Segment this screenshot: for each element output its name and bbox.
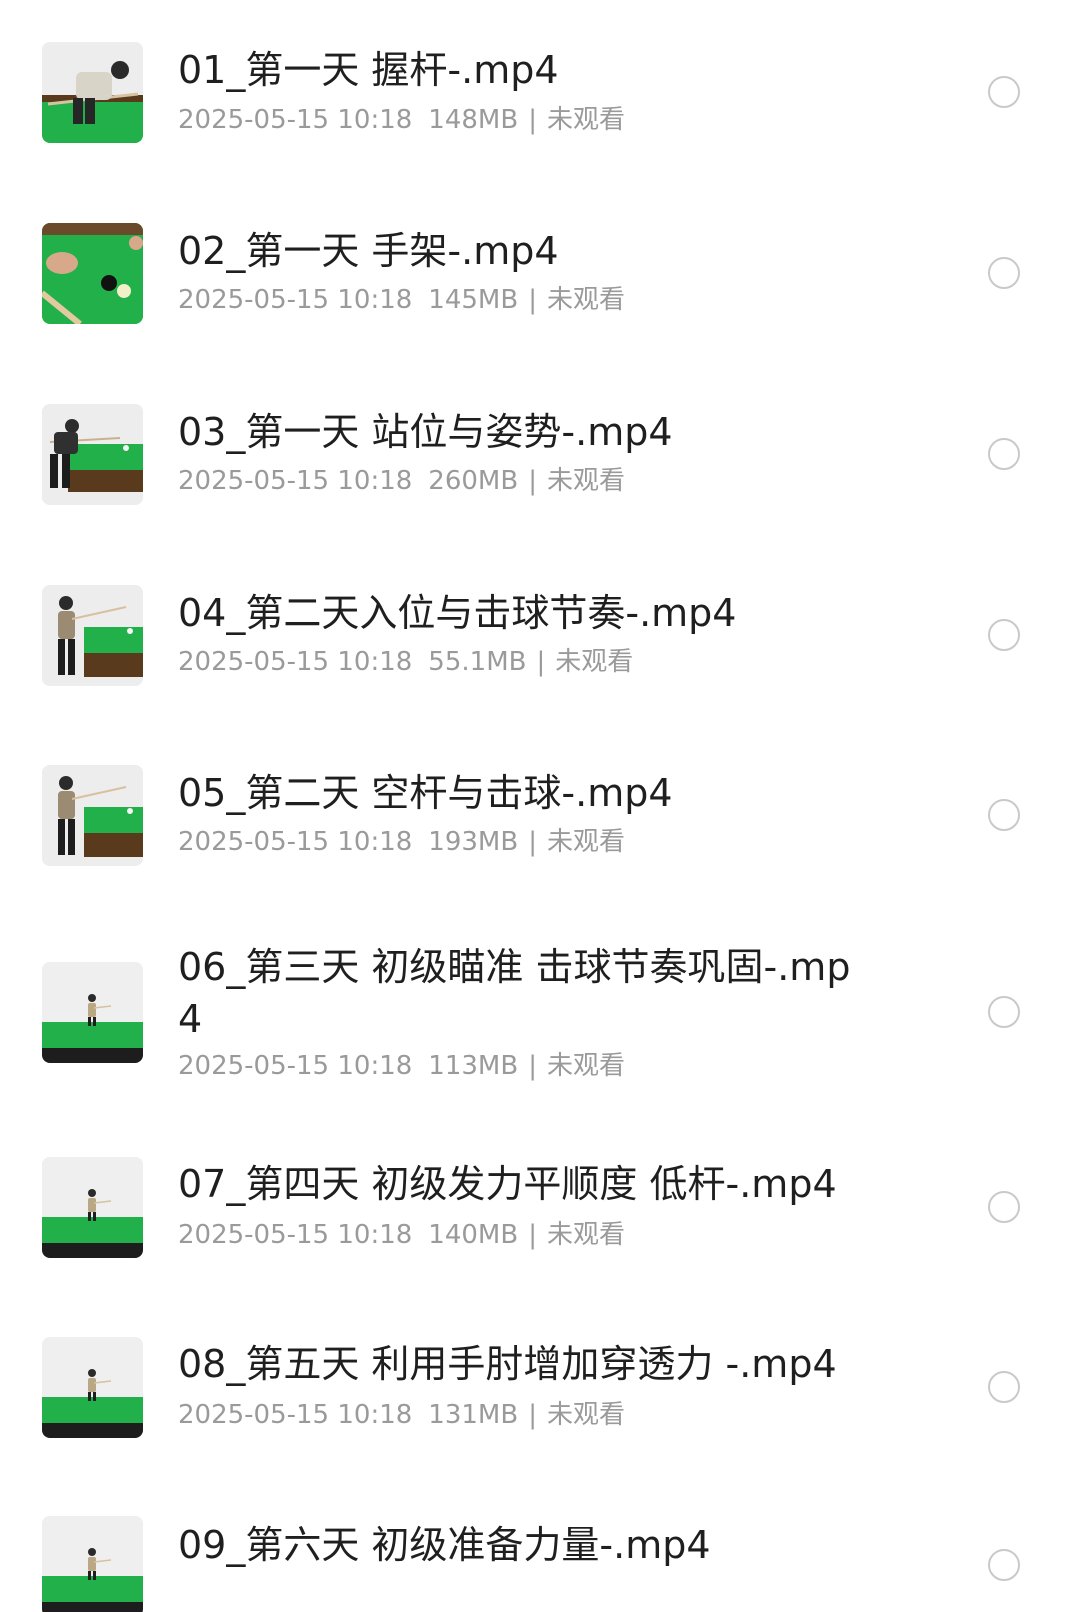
file-meta: 2025-05-15 10:18 140MB | 未观看 bbox=[178, 1218, 625, 1252]
watch-status: 未观看 bbox=[546, 1051, 625, 1081]
file-list: 01_第一天 握杆-.mp4 2025-05-15 10:18 148MB | 未观看 0… bbox=[0, 0, 1080, 1612]
billiards-video-thumbnail bbox=[42, 1157, 143, 1258]
billiards-video-thumbnail bbox=[42, 1337, 143, 1438]
radio-unchecked-icon[interactable] bbox=[988, 257, 1020, 289]
file-name[interactable]: 06_第三天 初级瞄准 击球节奏巩固-.mp4 bbox=[178, 941, 868, 1045]
file-name[interactable]: 01_第一天 握杆-.mp4 bbox=[178, 44, 868, 96]
file-meta: 2025-05-15 10:18 193MB | 未观看 bbox=[178, 825, 625, 859]
file-meta: 2025-05-15 10:18 131MB | 未观看 bbox=[178, 1398, 625, 1432]
file-meta: 2025-05-15 10:18 113MB | 未观看 bbox=[178, 1049, 625, 1083]
file-name[interactable]: 02_第一天 手架-.mp4 bbox=[178, 225, 868, 277]
video-thumbnail[interactable] bbox=[42, 1516, 143, 1612]
file-size: 131MB bbox=[428, 1400, 519, 1430]
billiards-video-thumbnail bbox=[42, 1516, 143, 1612]
radio-unchecked-icon[interactable] bbox=[988, 1371, 1020, 1403]
file-row[interactable]: 09_第六天 初级准备力量-.mp4 bbox=[0, 1509, 1080, 1612]
file-name[interactable]: 05_第二天 空杆与击球-.mp4 bbox=[178, 767, 868, 819]
file-row[interactable]: 05_第二天 空杆与击球-.mp4 2025-05-15 10:18 193MB | 未… bbox=[0, 752, 1080, 912]
file-name[interactable]: 07_第四天 初级发力平顺度 低杆-.mp4 bbox=[178, 1158, 868, 1210]
meta-separator: | bbox=[528, 285, 537, 315]
watch-status: 未观看 bbox=[546, 285, 625, 315]
meta-separator: | bbox=[536, 647, 546, 677]
file-name[interactable]: 03_第一天 站位与姿势-.mp4 bbox=[178, 406, 868, 458]
watch-status: 未观看 bbox=[546, 827, 625, 857]
watch-status: 未观看 bbox=[546, 1220, 625, 1250]
file-meta: 2025-05-15 10:18 145MB | 未观看 bbox=[178, 283, 625, 317]
file-size: 260MB bbox=[428, 466, 519, 496]
file-row[interactable]: 08_第五天 利用手肘增加穿透力 -.mp4 2025-05-15 10:18 13… bbox=[0, 1330, 1080, 1490]
billiards-video-thumbnail bbox=[42, 765, 143, 866]
watch-status: 未观看 bbox=[546, 466, 625, 496]
radio-unchecked-icon[interactable] bbox=[988, 619, 1020, 651]
file-row[interactable]: 02_第一天 手架-.mp4 2025-05-15 10:18 145MB | 未观看 bbox=[0, 210, 1080, 370]
video-thumbnail[interactable] bbox=[42, 42, 143, 143]
video-thumbnail[interactable] bbox=[42, 962, 143, 1063]
video-thumbnail[interactable] bbox=[42, 585, 143, 686]
file-row[interactable]: 04_第二天入位与击球节奏-.mp4 2025-05-15 10:18 55.1MB… bbox=[0, 572, 1080, 732]
video-thumbnail[interactable] bbox=[42, 404, 143, 505]
file-date: 2025-05-15 10:18 bbox=[178, 105, 413, 135]
file-date: 2025-05-15 10:18 bbox=[178, 827, 413, 857]
billiards-video-thumbnail bbox=[42, 585, 143, 686]
billiards-video-thumbnail bbox=[42, 404, 143, 505]
file-name[interactable]: 04_第二天入位与击球节奏-.mp4 bbox=[178, 587, 868, 639]
file-meta: 2025-05-15 10:18 55.1MB | 未观看 bbox=[178, 645, 633, 679]
watch-status: 未观看 bbox=[546, 1400, 625, 1430]
file-row[interactable]: 01_第一天 握杆-.mp4 2025-05-15 10:18 148MB | 未观看 bbox=[0, 30, 1080, 190]
file-date: 2025-05-15 10:18 bbox=[178, 1220, 413, 1250]
radio-unchecked-icon[interactable] bbox=[988, 438, 1020, 470]
file-row[interactable]: 07_第四天 初级发力平顺度 低杆-.mp4 2025-05-15 10:18 14… bbox=[0, 1150, 1080, 1310]
file-date: 2025-05-15 10:18 bbox=[178, 1051, 413, 1081]
file-row[interactable]: 06_第三天 初级瞄准 击球节奏巩固-.mp4 2025-05-15 10:18 1… bbox=[0, 933, 1080, 1093]
video-thumbnail[interactable] bbox=[42, 765, 143, 866]
file-meta: 2025-05-15 10:18 148MB | 未观看 bbox=[178, 103, 625, 137]
billiards-video-thumbnail bbox=[42, 223, 143, 324]
file-size: 148MB bbox=[428, 105, 519, 135]
file-size: 193MB bbox=[428, 827, 519, 857]
meta-separator: | bbox=[528, 1051, 537, 1081]
watch-status: 未观看 bbox=[546, 105, 625, 135]
meta-separator: | bbox=[528, 827, 537, 857]
video-thumbnail[interactable] bbox=[42, 1157, 143, 1258]
meta-separator: | bbox=[528, 466, 537, 496]
radio-unchecked-icon[interactable] bbox=[988, 996, 1020, 1028]
file-name[interactable]: 08_第五天 利用手肘增加穿透力 -.mp4 bbox=[178, 1338, 868, 1390]
meta-separator: | bbox=[528, 1400, 537, 1430]
video-thumbnail[interactable] bbox=[42, 1337, 143, 1438]
file-date: 2025-05-15 10:18 bbox=[178, 466, 413, 496]
meta-separator: | bbox=[528, 1220, 537, 1250]
file-date: 2025-05-15 10:18 bbox=[178, 285, 413, 315]
file-size: 55.1MB bbox=[428, 647, 527, 677]
billiards-video-thumbnail bbox=[42, 962, 143, 1063]
meta-separator: | bbox=[528, 105, 537, 135]
file-date: 2025-05-15 10:18 bbox=[178, 1400, 413, 1430]
file-size: 140MB bbox=[428, 1220, 519, 1250]
radio-unchecked-icon[interactable] bbox=[988, 76, 1020, 108]
watch-status: 未观看 bbox=[555, 647, 634, 677]
radio-unchecked-icon[interactable] bbox=[988, 1191, 1020, 1223]
file-meta: 2025-05-15 10:18 260MB | 未观看 bbox=[178, 464, 625, 498]
file-date: 2025-05-15 10:18 bbox=[178, 647, 413, 677]
file-name[interactable]: 09_第六天 初级准备力量-.mp4 bbox=[178, 1519, 868, 1571]
billiards-video-thumbnail bbox=[42, 42, 143, 143]
radio-unchecked-icon[interactable] bbox=[988, 799, 1020, 831]
video-thumbnail[interactable] bbox=[42, 223, 143, 324]
file-size: 145MB bbox=[428, 285, 519, 315]
radio-unchecked-icon[interactable] bbox=[988, 1549, 1020, 1581]
file-size: 113MB bbox=[428, 1051, 519, 1081]
file-row[interactable]: 03_第一天 站位与姿势-.mp4 2025-05-15 10:18 260MB | 未… bbox=[0, 391, 1080, 551]
